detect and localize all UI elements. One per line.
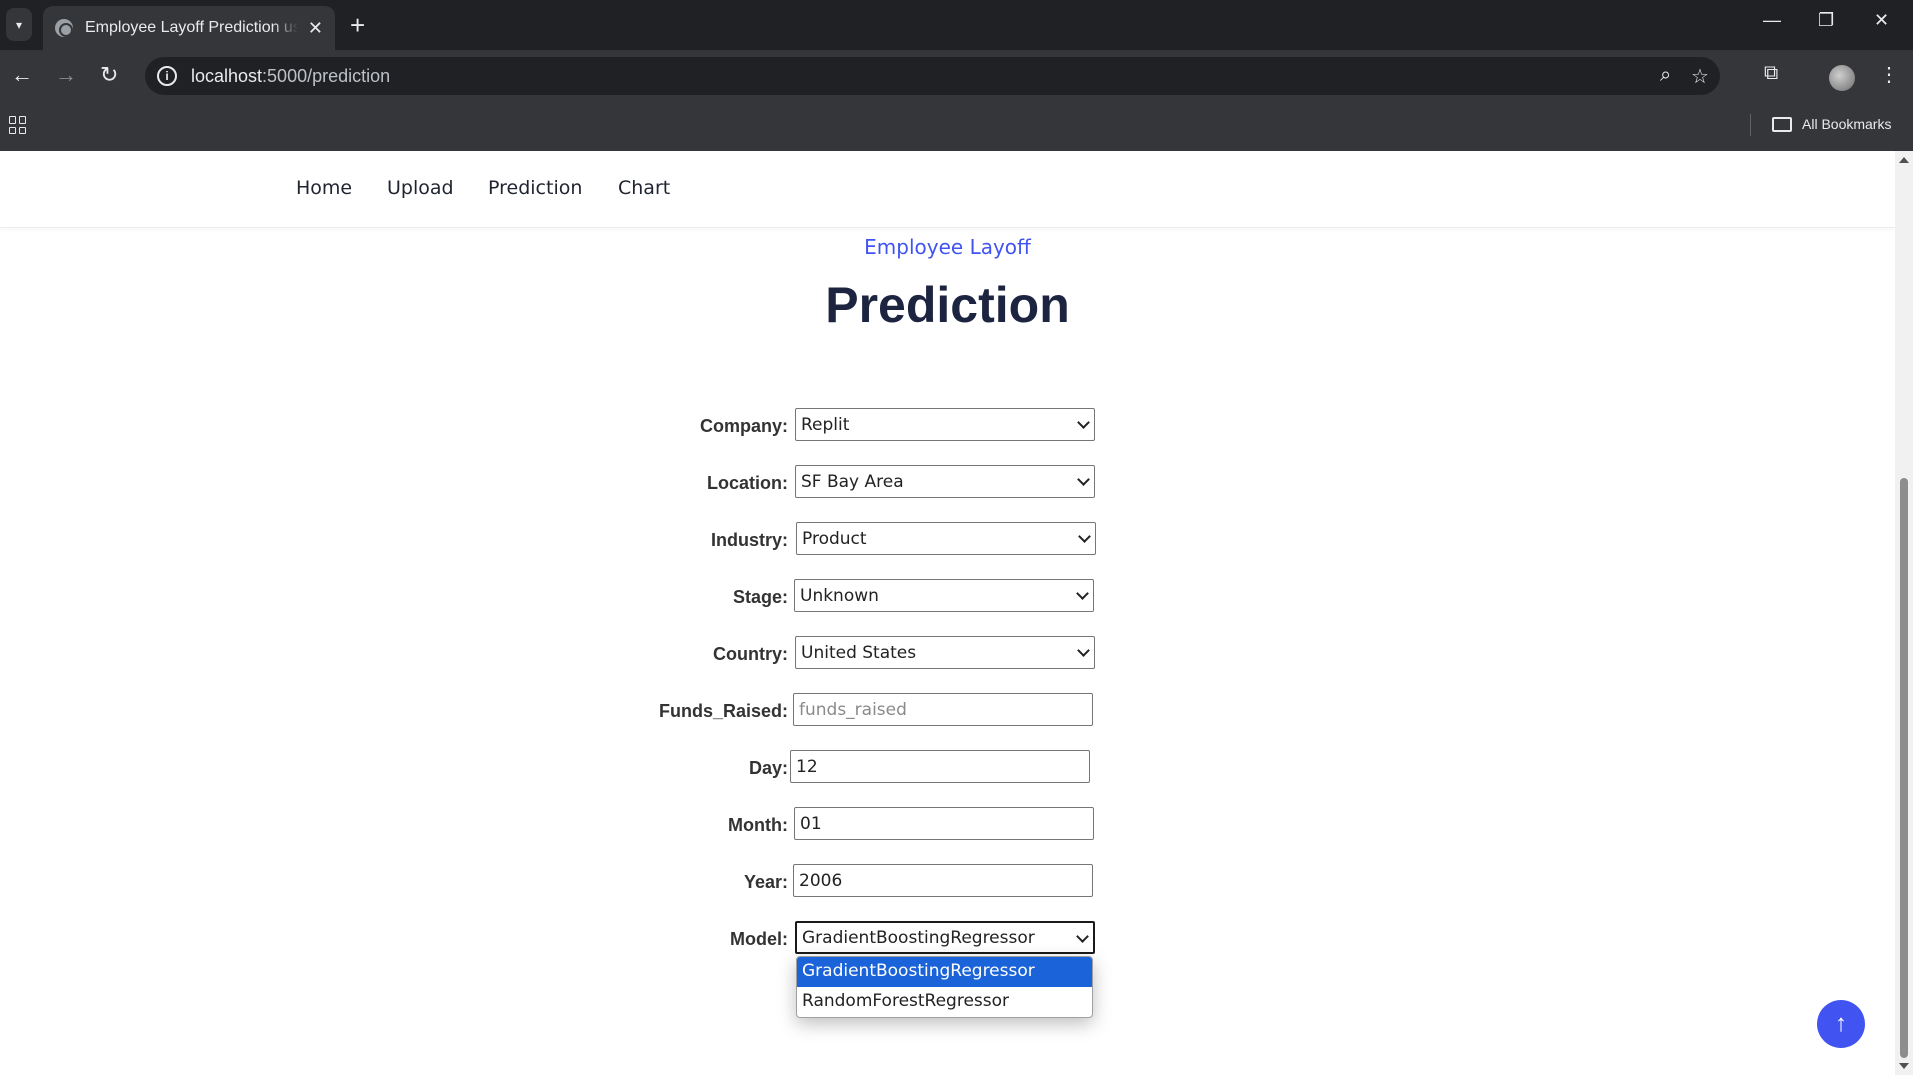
month-input[interactable]: 01 [794, 807, 1094, 840]
page-title: Prediction [825, 277, 1070, 333]
section-subtitle: Employee Layoff [864, 235, 1031, 259]
industry-value: Product [802, 528, 867, 549]
stage-value: Unknown [800, 585, 879, 606]
location-row: Location: SF Bay Area [0, 465, 1895, 499]
month-value: 01 [800, 813, 822, 834]
day-value: 12 [796, 756, 818, 777]
forward-arrow-icon[interactable]: → [55, 63, 77, 87]
funds-raised-label: Funds_Raised: [658, 701, 788, 721]
chevron-down-icon [1076, 587, 1089, 600]
chevron-down-icon [1077, 473, 1090, 486]
day-label: Day: [748, 758, 788, 778]
model-option-gradient-boosting[interactable]: GradientBoostingRegressor [797, 957, 1092, 987]
model-option-random-forest[interactable]: RandomForestRegressor [797, 987, 1092, 1017]
url-host: localhost [191, 66, 263, 86]
year-label: Year: [743, 872, 788, 892]
country-select[interactable]: United States [795, 636, 1095, 669]
arrow-up-icon: ↑ [1835, 1010, 1847, 1037]
nav-upload-link[interactable]: Upload [387, 177, 454, 199]
model-value: GradientBoostingRegressor [802, 927, 1035, 948]
industry-label: Industry: [710, 530, 788, 550]
scroll-down-icon[interactable] [1899, 1063, 1909, 1069]
day-row: Day: 12 [0, 750, 1895, 784]
new-tab-button[interactable]: + [350, 10, 365, 40]
company-value: Replit [801, 414, 850, 435]
model-row: Model: GradientBoostingRegressor [0, 921, 1895, 955]
company-row: Company: Replit [0, 408, 1895, 442]
funds-raised-placeholder: funds_raised [799, 699, 907, 720]
close-tab-icon[interactable]: ✕ [308, 18, 323, 39]
browser-tab[interactable]: Employee Layoff Prediction using ✕ [43, 6, 335, 50]
menu-dots-icon[interactable]: ⋮ [1879, 62, 1899, 87]
bookmarks-divider [1750, 114, 1751, 136]
model-select[interactable]: GradientBoostingRegressor [795, 921, 1095, 954]
nav-home-link[interactable]: Home [296, 177, 352, 199]
tab-title: Employee Layoff Prediction using [85, 19, 298, 36]
profile-avatar[interactable] [1829, 65, 1855, 91]
zoom-icon[interactable]: ⌕ [1660, 64, 1671, 87]
site-navbar: Home Upload Prediction Chart [0, 151, 1895, 228]
year-value: 2006 [799, 870, 843, 891]
chevron-down-icon [1076, 930, 1089, 943]
all-bookmarks-button[interactable]: All Bookmarks [1772, 116, 1891, 132]
chevron-down-icon [1078, 530, 1091, 543]
url-text[interactable]: localhost:5000/prediction [191, 66, 390, 87]
back-arrow-icon[interactable]: ← [11, 63, 33, 87]
nav-prediction-link[interactable]: Prediction [488, 177, 582, 199]
browser-tab-bar: ▾ Employee Layoff Prediction using ✕ + —… [0, 0, 1913, 50]
folder-icon [1772, 116, 1792, 132]
tab-search-icon[interactable]: ▾ [6, 8, 32, 41]
stage-label: Stage: [732, 587, 788, 607]
reload-icon[interactable]: ↻ [100, 63, 118, 87]
company-label: Company: [699, 416, 788, 436]
model-label: Model: [730, 929, 788, 949]
stage-select[interactable]: Unknown [794, 579, 1094, 612]
apps-grid-icon[interactable] [9, 116, 27, 134]
scrollbar-thumb[interactable] [1900, 478, 1908, 1058]
page-scrollbar[interactable] [1895, 151, 1913, 1075]
location-select[interactable]: SF Bay Area [795, 465, 1095, 498]
country-row: Country: United States [0, 636, 1895, 670]
stage-row: Stage: Unknown [0, 579, 1895, 613]
bookmarks-bar: All Bookmarks [0, 100, 1913, 151]
site-info-icon[interactable]: i [157, 66, 177, 86]
funds-raised-row: Funds_Raised: funds_raised [0, 693, 1895, 727]
globe-icon [55, 19, 73, 37]
close-window-icon[interactable]: ✕ [1874, 10, 1889, 31]
industry-row: Industry: Product [0, 522, 1895, 556]
day-input[interactable]: 12 [790, 750, 1090, 783]
industry-select[interactable]: Product [796, 522, 1096, 555]
chevron-down-icon [1077, 416, 1090, 429]
model-dropdown-list: GradientBoostingRegressor RandomForestRe… [796, 956, 1093, 1018]
extensions-icon[interactable]: ⧉ [1764, 62, 1778, 85]
nav-chart-link[interactable]: Chart [618, 177, 670, 199]
bookmark-star-icon[interactable]: ☆ [1691, 64, 1709, 89]
country-label: Country: [713, 644, 788, 664]
all-bookmarks-label: All Bookmarks [1802, 116, 1892, 132]
address-bar[interactable]: i localhost:5000/prediction ⌕ ☆ [145, 57, 1720, 95]
company-select[interactable]: Replit [795, 408, 1095, 441]
year-input[interactable]: 2006 [793, 864, 1093, 897]
back-to-top-button[interactable]: ↑ [1817, 1000, 1865, 1048]
funds-raised-input[interactable]: funds_raised [793, 693, 1093, 726]
url-path: :5000/prediction [262, 66, 391, 86]
month-row: Month: 01 [0, 807, 1895, 841]
location-value: SF Bay Area [801, 471, 904, 492]
minimize-icon[interactable]: — [1763, 10, 1781, 31]
country-value: United States [801, 642, 917, 663]
browser-toolbar: ← → ↻ i localhost:5000/prediction ⌕ ☆ ⧉ … [0, 50, 1913, 100]
page-content: Home Upload Prediction Chart Employee La… [0, 151, 1895, 1075]
month-label: Month: [728, 815, 788, 835]
location-label: Location: [707, 473, 788, 493]
scroll-up-icon[interactable] [1899, 157, 1909, 163]
chevron-down-icon [1077, 644, 1090, 657]
year-row: Year: 2006 [0, 864, 1895, 898]
restore-icon[interactable]: ❐ [1818, 10, 1834, 31]
